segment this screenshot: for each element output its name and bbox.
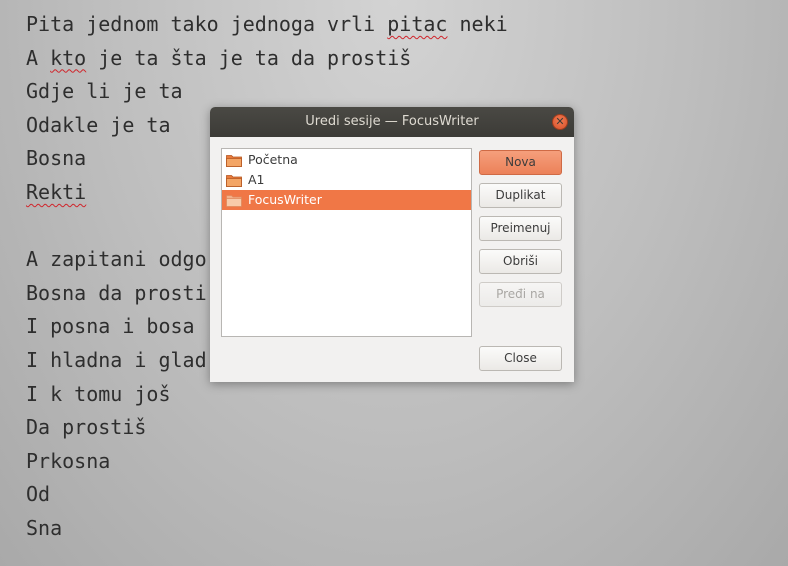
switch-to-button[interactable]: Pređi na — [479, 282, 562, 307]
folder-icon — [226, 195, 242, 207]
misspelled-word: pitac — [387, 12, 448, 36]
editor-line: A kto je ta šta je ta da prostiš — [26, 42, 766, 76]
session-label: A1 — [248, 172, 265, 187]
editor-line: Da prostiš — [26, 415, 147, 440]
duplicate-button[interactable]: Duplikat — [479, 183, 562, 208]
dialog-titlebar[interactable]: Uredi sesije — FocusWriter ✕ — [210, 107, 574, 137]
text-segment: je ta šta je ta da prostiš — [86, 45, 412, 70]
editor-line: Od — [26, 482, 51, 507]
close-icon[interactable]: ✕ — [552, 114, 568, 130]
close-button[interactable]: Close — [479, 346, 562, 371]
misspelled-word: Rekti — [26, 179, 87, 204]
folder-icon — [226, 175, 242, 187]
edit-sessions-dialog: Uredi sesije — FocusWriter ✕ Početna A1 … — [210, 107, 574, 382]
session-list[interactable]: Početna A1 FocusWriter — [221, 148, 472, 337]
list-item[interactable]: Početna — [222, 150, 471, 170]
editor-line: Gdje li je ta — [26, 79, 183, 104]
session-label: Početna — [248, 152, 298, 167]
delete-button[interactable]: Obriši — [479, 249, 562, 274]
editor-line: Pita jednom tako jednoga vrli pitac neki — [26, 8, 766, 42]
text-segment: neki — [447, 12, 508, 36]
list-item[interactable]: A1 — [222, 170, 471, 190]
rename-button[interactable]: Preimenuj — [479, 216, 562, 241]
session-label: FocusWriter — [248, 192, 322, 207]
text-segment: A — [26, 45, 51, 70]
text-segment: Pita jednom tako jednoga vrli — [26, 12, 388, 36]
folder-icon — [226, 155, 242, 167]
dialog-title: Uredi sesije — FocusWriter — [305, 114, 479, 129]
editor-line: Sna — [26, 515, 63, 540]
editor-line: Prkosna — [26, 448, 111, 473]
list-item-selected[interactable]: FocusWriter — [222, 190, 471, 210]
editor-line: I k tomu još — [26, 381, 171, 406]
misspelled-word: kto — [50, 45, 87, 70]
new-session-button[interactable]: Nova — [479, 150, 562, 175]
